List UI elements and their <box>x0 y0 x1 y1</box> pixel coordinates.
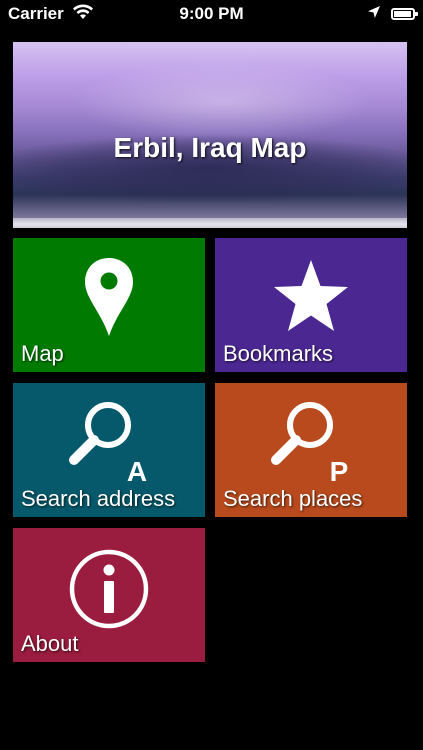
bookmarks-tile-label: Bookmarks <box>223 341 334 366</box>
info-icon <box>13 548 205 630</box>
battery-icon <box>391 8 418 20</box>
status-bar: Carrier 9:00 PM <box>0 0 423 28</box>
banner-sky-highlight <box>73 62 373 142</box>
magnifier-letter-p: P <box>330 456 349 487</box>
magnifier-letter-a: A <box>127 456 147 487</box>
search-address-tile-label: Search address <box>21 486 176 511</box>
magnifier-p-icon: P <box>215 395 407 487</box>
search-address-tile[interactable]: A Search address <box>13 383 205 517</box>
status-right <box>367 4 418 24</box>
star-icon <box>215 258 407 334</box>
search-places-tile[interactable]: P Search places <box>215 383 407 517</box>
map-tile-label: Map <box>21 341 64 366</box>
magnifier-a-icon: A <box>13 395 205 487</box>
about-tile-label: About <box>21 631 79 656</box>
about-tile[interactable]: About <box>13 528 205 662</box>
carrier-label: Carrier <box>8 4 64 23</box>
location-arrow-icon <box>367 4 381 24</box>
search-places-tile-label: Search places <box>223 486 363 511</box>
header-banner: Erbil, Iraq Map <box>13 42 407 228</box>
wifi-icon <box>72 4 94 25</box>
map-tile[interactable]: Map <box>13 238 205 372</box>
banner-sea <box>13 218 407 228</box>
battery-level <box>394 11 411 17</box>
page-title: Erbil, Iraq Map <box>113 132 307 163</box>
map-pin-icon <box>13 256 205 338</box>
status-left: Carrier <box>8 4 94 25</box>
bookmarks-tile[interactable]: Bookmarks <box>215 238 407 372</box>
